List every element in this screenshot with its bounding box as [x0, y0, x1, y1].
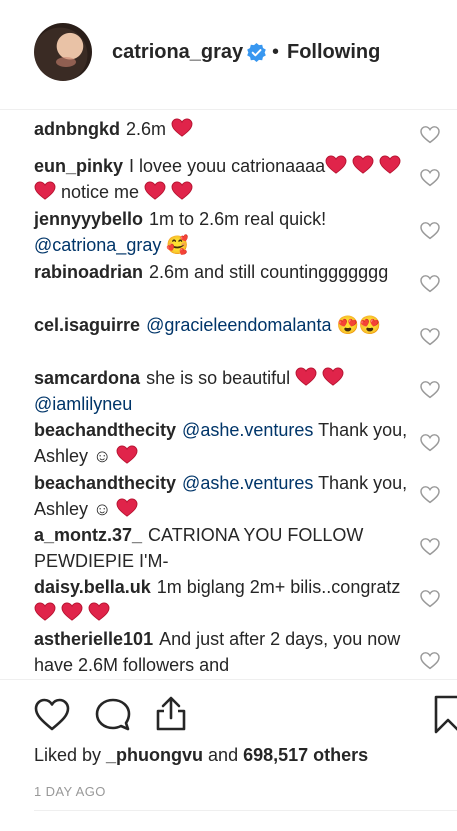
comment-username-link[interactable]: daisy.bella.uk [34, 577, 151, 597]
red-heart-emoji-icon [379, 155, 401, 174]
comment-like-heart-icon[interactable] [420, 381, 440, 399]
comment-like-heart-icon[interactable] [420, 126, 440, 144]
comment-like-heart-icon[interactable] [420, 275, 440, 293]
comment-item: daisy.bella.uk 1m biglang 2m+ bilis..cong… [34, 574, 414, 626]
following-button[interactable]: Following [287, 41, 380, 64]
comment-username-link[interactable]: a_montz.37_ [34, 525, 142, 545]
comment-like-heart-icon[interactable] [420, 434, 440, 452]
comment-item: a_montz.37_ CATRIONA YOU FOLLOW PEWDIEPIE… [34, 522, 414, 574]
comment-like-heart-icon[interactable] [420, 486, 440, 504]
comment-username-link[interactable]: adnbngkd [34, 119, 120, 139]
red-heart-emoji-icon [88, 602, 110, 621]
comment-like-heart-icon[interactable] [420, 169, 440, 187]
red-heart-emoji-icon [295, 367, 317, 386]
comment-username-link[interactable]: rabinoadrian [34, 262, 143, 282]
comment-text: 1m biglang 2m+ bilis..congratz [156, 577, 401, 597]
comment-text: 😍😍 [331, 315, 382, 335]
red-heart-emoji-icon [61, 602, 83, 621]
comment-username-link[interactable]: samcardona [34, 368, 140, 388]
likes-prefix: Liked by [34, 745, 107, 765]
comment-item: beachandthecity @ashe.ventures Thank you,… [34, 470, 414, 522]
save-bookmark-icon[interactable] [433, 694, 457, 734]
like-heart-icon[interactable] [34, 698, 70, 731]
comment-text: 1m to 2.6m real quick! [149, 209, 327, 229]
mention-link[interactable]: @gracieleendomalanta [146, 315, 331, 335]
username-link[interactable]: catriona_gray [112, 41, 243, 64]
likes-middle: and [203, 745, 244, 765]
red-heart-emoji-icon [322, 367, 344, 386]
comment-text: she is so beautiful [146, 368, 296, 388]
avatar[interactable] [34, 23, 92, 81]
comment-like-heart-icon[interactable] [420, 538, 440, 556]
header-separator: • [272, 41, 280, 63]
comment-item: beachandthecity @ashe.ventures Thank you,… [34, 417, 414, 469]
comment-item: adnbngkd 2.6m [34, 116, 414, 142]
red-heart-emoji-icon [144, 181, 166, 200]
share-icon[interactable] [154, 696, 188, 732]
red-heart-emoji-icon [34, 181, 56, 200]
post-date[interactable]: 1 DAY AGO [34, 784, 106, 799]
red-heart-emoji-icon [116, 445, 138, 464]
action-bar [0, 690, 457, 740]
mention-link[interactable]: @ashe.ventures [182, 420, 313, 440]
comment-username-link[interactable]: jennyyybello [34, 209, 143, 229]
comment-icon[interactable] [95, 698, 131, 732]
mention-link[interactable]: @ashe.ventures [182, 473, 313, 493]
comment-item: samcardona she is so beautiful @iamlilyne… [34, 365, 414, 417]
comment-username-link[interactable]: astherielle101 [34, 629, 153, 649]
verified-badge-icon [247, 43, 266, 62]
divider [34, 810, 457, 811]
comment-item: rabinoadrian 2.6m and still countingggggg… [34, 259, 414, 285]
comment-item: cel.isaguirre @gracieleendomalanta 😍😍 [34, 312, 414, 338]
comment-username-link[interactable]: eun_pinky [34, 156, 123, 176]
comment-item: eun_pinky I lovee youu catrionaaaa notice… [34, 153, 414, 205]
comment-like-heart-icon[interactable] [420, 652, 440, 670]
comment-text: 2.6m and still countinggggggg [149, 262, 389, 282]
comment-like-heart-icon[interactable] [420, 590, 440, 608]
red-heart-emoji-icon [325, 155, 347, 174]
mention-link[interactable]: @iamlilyneu [34, 394, 132, 414]
comment-username-link[interactable]: cel.isaguirre [34, 315, 140, 335]
red-heart-emoji-icon [171, 118, 193, 137]
red-heart-emoji-icon [116, 498, 138, 517]
mention-link[interactable]: @catriona_gray [34, 235, 161, 255]
likes-count-link[interactable]: 698,517 others [243, 745, 368, 765]
comment-text: 2.6m [126, 119, 172, 139]
comment-item: astherielle101 And just after 2 days, you… [34, 626, 414, 678]
comment-text: notice me [56, 182, 145, 202]
comment-list[interactable]: adnbngkd 2.6m eun_pinky I lovee youu catri… [0, 114, 457, 680]
red-heart-emoji-icon [352, 155, 374, 174]
comment-like-heart-icon[interactable] [420, 328, 440, 346]
comment-text: I lovee youu catrionaaaa [129, 156, 326, 176]
comment-text: 🥰 [161, 235, 189, 255]
red-heart-emoji-icon [171, 181, 193, 200]
red-heart-emoji-icon [34, 602, 56, 621]
comment-username-link[interactable]: beachandthecity [34, 420, 176, 440]
likes-summary: Liked by _phuongvu and 698,517 others [34, 745, 368, 766]
comment-item: jennyyybello 1m to 2.6m real quick! @catr… [34, 206, 414, 258]
comment-username-link[interactable]: beachandthecity [34, 473, 176, 493]
post-header: catriona_gray • Following [0, 0, 457, 110]
liker-username-link[interactable]: _phuongvu [106, 745, 203, 765]
comment-like-heart-icon[interactable] [420, 222, 440, 240]
